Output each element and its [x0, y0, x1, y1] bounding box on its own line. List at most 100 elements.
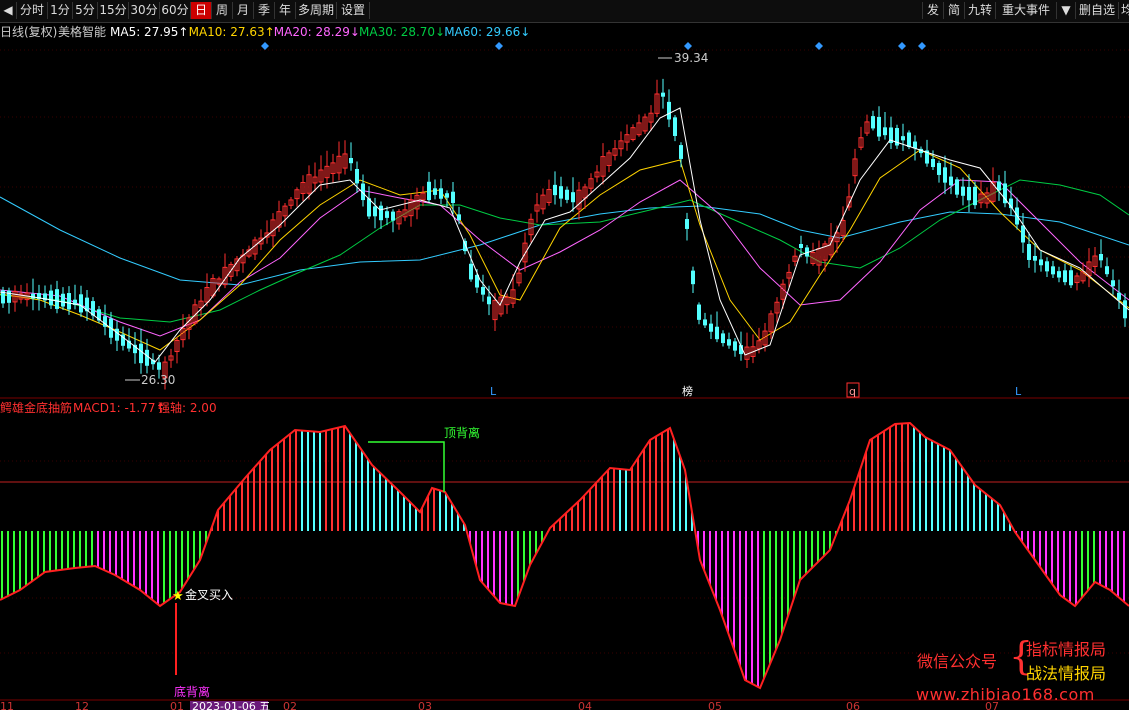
ma-legend-ma5: MA5: 27.95↑	[110, 25, 188, 39]
date-axis-label: 04	[578, 700, 592, 710]
event-diamond-icon	[815, 42, 823, 50]
candle-body	[427, 181, 431, 201]
date-axis-label: 06	[846, 700, 860, 710]
period-tab-5[interactable]: 60分	[160, 2, 191, 19]
candle-body	[1051, 266, 1055, 275]
golden-cross-label: 金叉买入	[185, 587, 233, 602]
toolbar-right-button-5[interactable]: 删自选	[1075, 2, 1118, 19]
toolbar-right-button-6[interactable]: 均线	[1118, 2, 1129, 19]
candle-body	[877, 116, 881, 137]
macd-panel-title: 鳄雄金底抽筋	[0, 400, 72, 415]
candle-body	[1033, 255, 1037, 261]
candle-body	[1117, 292, 1121, 300]
toolbar-right-button-3[interactable]: 重大事件	[995, 2, 1056, 19]
candle-body	[31, 293, 35, 299]
marker-label-l1: L	[490, 385, 497, 398]
toolbar-right-button-4[interactable]: ▼	[1056, 2, 1075, 19]
candle-body	[61, 293, 65, 307]
candle-body	[49, 290, 53, 306]
candle-body	[145, 349, 149, 366]
period-tab-3[interactable]: 15分	[98, 2, 129, 19]
candle-body	[439, 188, 443, 199]
period-tab-2[interactable]: 5分	[73, 2, 98, 19]
candle-body	[1099, 254, 1103, 261]
toolbar-right-button-2[interactable]: 九转	[964, 2, 995, 19]
candle-body	[691, 270, 695, 285]
candle-body	[451, 191, 455, 204]
period-tab-12[interactable]: 设置	[337, 2, 370, 19]
event-diamond-icon	[898, 42, 906, 50]
event-diamond-icon	[495, 42, 503, 50]
chart-header-name: 美格智能	[58, 24, 106, 39]
toolbar-right-button-1[interactable]: 简	[943, 2, 964, 19]
candle-body	[565, 189, 569, 200]
candle-body	[715, 326, 719, 340]
candle-body	[391, 211, 395, 221]
date-axis-label: 03	[418, 700, 432, 710]
candle-body	[1105, 266, 1109, 275]
candle-body	[379, 205, 383, 221]
candle-body	[79, 294, 83, 313]
candle-body	[703, 319, 707, 326]
candle-body	[1111, 280, 1115, 287]
stock-chart: 日线(复权) 美格智能 MA5: 27.95↑ MA10: 27.63↑ MA20: 2…	[0, 24, 1129, 710]
candle-body	[55, 289, 59, 309]
chart-header-prefix: 日线(复权)	[0, 25, 57, 39]
candle-body	[445, 193, 449, 198]
candle-body	[463, 240, 467, 252]
candle-body	[709, 323, 713, 332]
marker-label-l2: L	[1015, 385, 1022, 398]
high-price-label: 39.34	[674, 51, 708, 65]
watermark-line2: 战法情报局	[1026, 664, 1107, 683]
candle-body	[973, 186, 977, 206]
ma20-line	[0, 179, 1129, 337]
candle-body	[949, 176, 953, 186]
event-diamond-icon	[918, 42, 926, 50]
candle-body	[139, 343, 143, 364]
ma-legend-ma10: MA10: 27.63↑	[189, 25, 275, 39]
toolbar-back-button[interactable]: ◀	[0, 2, 17, 19]
candle-body	[481, 286, 485, 295]
candle-body	[349, 157, 353, 164]
period-tab-10[interactable]: 年	[275, 2, 296, 19]
candle-body	[799, 243, 803, 249]
toolbar-right-button-0[interactable]: 发	[922, 2, 943, 19]
candle-body	[115, 328, 119, 341]
candle-body	[931, 158, 935, 168]
candle-body	[733, 341, 737, 351]
event-diamond-icon	[261, 42, 269, 50]
cursor-date-label: 2023-01-06 五	[192, 700, 270, 710]
candle-body	[697, 304, 701, 320]
ma-legend-ma30: MA30: 28.70↓	[359, 25, 445, 39]
candle-body	[685, 219, 689, 229]
period-tab-1[interactable]: 1分	[48, 2, 73, 19]
period-tab-4[interactable]: 30分	[129, 2, 160, 19]
candle-body	[7, 290, 11, 303]
candle-body	[727, 339, 731, 346]
candle-body	[1021, 225, 1025, 243]
ma-legend-ma20: MA20: 28.29↓	[274, 25, 360, 39]
candle-body	[943, 167, 947, 183]
candle-body	[355, 168, 359, 184]
ma-legend-ma60: MA60: 29.66↓	[444, 25, 530, 39]
period-tab-9[interactable]: 季	[254, 2, 275, 19]
candle-body	[871, 116, 875, 129]
period-tab-8[interactable]: 月	[233, 2, 254, 19]
candle-body	[571, 192, 575, 203]
candle-body	[907, 132, 911, 147]
period-tab-11[interactable]: 多周期	[296, 2, 337, 19]
bottom-divergence-label: 底背离	[174, 684, 210, 699]
period-tab-6[interactable]: 日	[191, 2, 212, 19]
candle-body	[1027, 244, 1031, 260]
candle-body	[487, 296, 491, 305]
candle-body	[961, 186, 965, 196]
watermark-line1: 指标情报局	[1026, 640, 1107, 659]
period-tab-7[interactable]: 周	[212, 2, 233, 19]
watermark-url: www.zhibiao168.com	[916, 685, 1095, 704]
golden-cross-star-icon: ★	[172, 589, 184, 604]
period-toolbar: ◀分时1分5分15分30分60分日周月季年多周期设置 发简九转重大事件▼删自选均线	[0, 0, 1129, 23]
period-tab-0[interactable]: 分时	[17, 2, 48, 19]
candle-body	[667, 101, 671, 120]
candle-body	[955, 179, 959, 195]
candle-body	[553, 184, 557, 196]
